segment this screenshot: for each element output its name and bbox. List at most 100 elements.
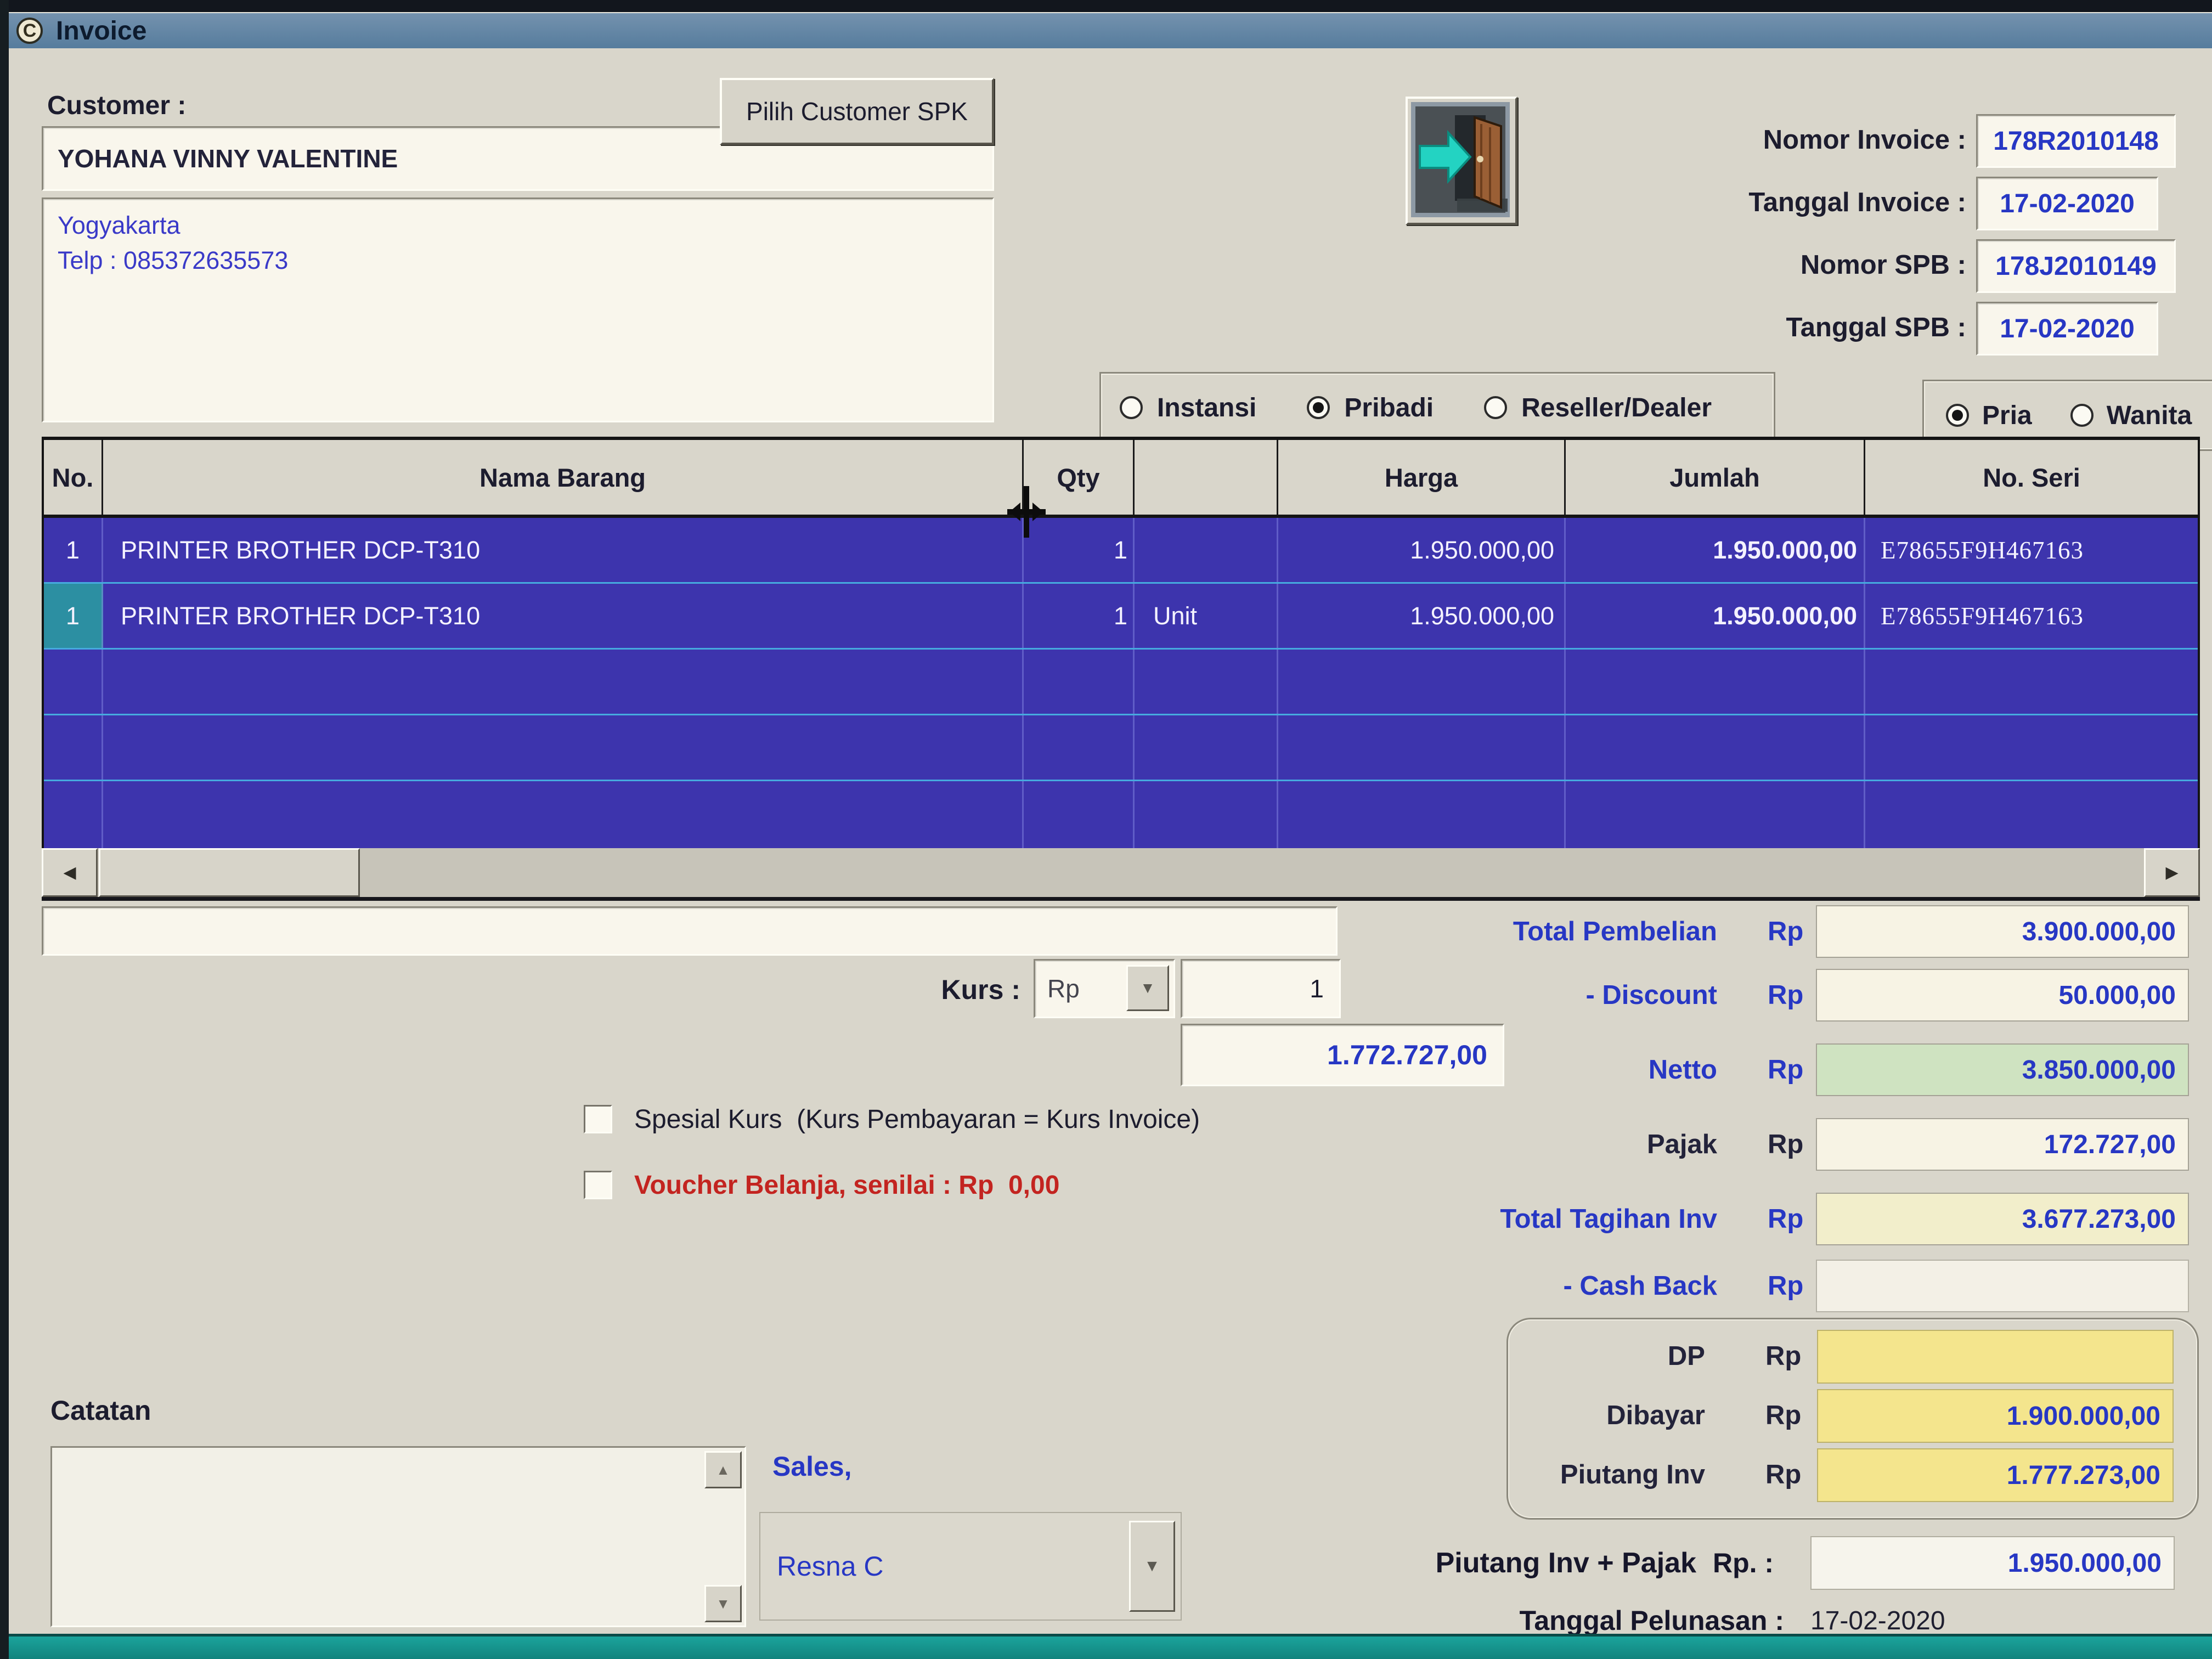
cell-satuan[interactable] xyxy=(1135,518,1278,582)
scroll-right-icon: ▶ xyxy=(2165,863,2178,882)
exit-button[interactable] xyxy=(1406,97,1517,225)
piutang-pajak-field[interactable]: 1.950.000,00 xyxy=(1810,1536,2175,1590)
tanggal-pelunasan-label: Tanggal Pelunasan : xyxy=(1454,1603,1784,1638)
tanggal-pelunasan-value: 17-02-2020 xyxy=(1810,1603,2085,1638)
cash-back-currency: Rp xyxy=(1768,1260,1817,1312)
table-row-empty[interactable] xyxy=(44,715,2198,781)
scroll-right-button[interactable]: ▶ xyxy=(2144,848,2200,897)
col-header-nama-barang[interactable]: Nama Barang xyxy=(103,440,1024,515)
customer-address-field[interactable]: Yogyakarta Telp : 085372635573 xyxy=(42,198,994,422)
customer-city: Yogyakarta xyxy=(58,208,978,243)
radio-pria[interactable] xyxy=(1946,404,1969,427)
sales-dropdown-button[interactable]: ▼ xyxy=(1129,1521,1175,1612)
cell-no-seri[interactable]: E78655F9H467163 xyxy=(1865,518,2198,582)
catatan-label: Catatan xyxy=(50,1393,270,1427)
dp-label: DP xyxy=(1426,1330,1705,1383)
cell-harga[interactable]: 1.950.000,00 xyxy=(1278,584,1566,648)
scrollbar-thumb[interactable] xyxy=(99,848,360,897)
kurs-dropdown-button[interactable]: ▼ xyxy=(1126,965,1169,1011)
kurs-rate-field[interactable]: 1 xyxy=(1181,959,1341,1018)
app-icon-letter: C xyxy=(23,20,37,42)
total-tagihan-label: Total Tagihan Inv xyxy=(1388,1193,1717,1245)
cell-qty[interactable]: 1 xyxy=(1024,584,1135,648)
catatan-textarea[interactable]: ▲ ▼ xyxy=(50,1446,746,1627)
scroll-left-icon: ◀ xyxy=(63,863,76,882)
radio-instansi[interactable] xyxy=(1120,396,1143,419)
table-row[interactable]: 1 PRINTER BROTHER DCP-T310 1 1.950.000,0… xyxy=(44,518,2198,584)
scroll-up-icon: ▲ xyxy=(716,1462,730,1479)
total-tagihan-value: 3.677.273,00 xyxy=(2022,1204,2176,1234)
pajak-field[interactable]: 172.727,00 xyxy=(1816,1118,2189,1171)
col-header-harga[interactable]: Harga xyxy=(1278,440,1566,515)
window-title: Invoice xyxy=(56,16,146,46)
radio-reseller-dealer-label: Reseller/Dealer xyxy=(1521,393,1712,423)
scroll-down-icon: ▼ xyxy=(716,1595,730,1612)
radio-wanita[interactable] xyxy=(2070,404,2094,427)
pilih-customer-spk-button[interactable]: Pilih Customer SPK xyxy=(720,78,994,145)
kurs-label: Kurs : xyxy=(834,963,1020,1016)
pajak-currency: Rp xyxy=(1768,1118,1817,1171)
radio-pribadi[interactable] xyxy=(1307,396,1330,419)
total-pembelian-field[interactable]: 3.900.000,00 xyxy=(1816,905,2189,958)
discount-value: 50.000,00 xyxy=(2058,980,2176,1011)
table-row[interactable]: 1 PRINTER BROTHER DCP-T310 1 Unit 1.950.… xyxy=(44,584,2198,650)
dp-field[interactable] xyxy=(1817,1330,2174,1384)
discount-field[interactable]: 50.000,00 xyxy=(1816,969,2189,1022)
cell-no-seri[interactable]: E78655F9H467163 xyxy=(1865,584,2198,648)
sales-dropdown[interactable]: Resna C ▼ xyxy=(759,1512,1182,1621)
netto-field[interactable]: 3.850.000,00 xyxy=(1816,1043,2189,1096)
total-tagihan-field[interactable]: 3.677.273,00 xyxy=(1816,1193,2189,1245)
cell-no[interactable]: 1 xyxy=(44,518,103,582)
nomor-spb-field[interactable]: 178J2010149 xyxy=(1976,239,2176,293)
table-horizontal-scrollbar[interactable]: ◀ ▶ xyxy=(42,848,2200,901)
tanggal-invoice-field[interactable]: 17-02-2020 xyxy=(1976,177,2158,230)
cell-harga[interactable]: 1.950.000,00 xyxy=(1278,518,1566,582)
radio-pribadi-label: Pribadi xyxy=(1344,393,1434,423)
dibayar-value: 1.900.000,00 xyxy=(2007,1401,2160,1431)
table-row-empty[interactable] xyxy=(44,781,2198,848)
nomor-spb-label: Nomor SPB : xyxy=(1591,246,1966,284)
table-row-empty[interactable] xyxy=(44,650,2198,715)
col-header-no-seri[interactable]: No. Seri xyxy=(1865,440,2198,515)
customer-type-radio-group: Instansi Pribadi Reseller/Dealer xyxy=(1099,372,1775,443)
voucher-belanja-checkbox[interactable] xyxy=(584,1171,612,1199)
items-table-body: 1 PRINTER BROTHER DCP-T310 1 1.950.000,0… xyxy=(42,518,2200,848)
piutang-inv-currency: Rp xyxy=(1765,1448,1815,1501)
discount-currency: Rp xyxy=(1768,969,1817,1022)
spesial-kurs-checkbox[interactable] xyxy=(584,1105,612,1133)
sales-label: Sales, xyxy=(772,1448,992,1485)
cell-satuan[interactable]: Unit xyxy=(1135,584,1278,648)
title-bar[interactable]: C Invoice xyxy=(0,12,2212,48)
desktop-taskbar-strip xyxy=(0,1634,2212,1659)
dibayar-label: Dibayar xyxy=(1426,1389,1705,1442)
customer-phone: Telp : 085372635573 xyxy=(58,243,978,278)
dibayar-currency: Rp xyxy=(1765,1389,1815,1442)
cash-back-field[interactable] xyxy=(1816,1260,2189,1312)
cell-nama-barang[interactable]: PRINTER BROTHER DCP-T310 xyxy=(103,584,1024,648)
col-header-satuan[interactable] xyxy=(1135,440,1278,515)
netto-value: 3.850.000,00 xyxy=(2022,1055,2176,1085)
cell-nama-barang[interactable]: PRINTER BROTHER DCP-T310 xyxy=(103,518,1024,582)
piutang-inv-field[interactable]: 1.777.273,00 xyxy=(1817,1448,2174,1502)
netto-label: Netto xyxy=(1388,1043,1717,1096)
col-header-jumlah[interactable]: Jumlah xyxy=(1566,440,1865,515)
barcode-entry-field[interactable] xyxy=(42,906,1338,956)
app-icon: C xyxy=(16,18,43,44)
notes-scroll-up-button[interactable]: ▲ xyxy=(704,1451,742,1488)
spesial-kurs-label: Spesial Kurs (Kurs Pembayaran = Kurs Inv… xyxy=(634,1097,1512,1141)
column-resize-cursor-icon xyxy=(996,482,1057,542)
dibayar-field[interactable]: 1.900.000,00 xyxy=(1817,1389,2174,1443)
col-header-no[interactable]: No. xyxy=(44,440,103,515)
nomor-invoice-field[interactable]: 178R2010148 xyxy=(1976,114,2176,168)
notes-scroll-down-button[interactable]: ▼ xyxy=(704,1585,742,1622)
cell-jumlah[interactable]: 1.950.000,00 xyxy=(1566,518,1865,582)
tanggal-spb-value-field[interactable]: 17-02-2020 xyxy=(1976,302,2158,356)
cell-no-selected[interactable]: 1 xyxy=(44,584,103,648)
kurs-rate-value: 1 xyxy=(1310,974,1324,1003)
total-pembelian-currency: Rp xyxy=(1768,905,1817,958)
scroll-left-button[interactable]: ◀ xyxy=(42,848,98,897)
radio-reseller-dealer[interactable] xyxy=(1484,396,1507,419)
kurs-currency-value: Rp xyxy=(1047,974,1080,1003)
cell-jumlah[interactable]: 1.950.000,00 xyxy=(1566,584,1865,648)
kurs-currency-dropdown[interactable]: Rp ▼ xyxy=(1034,959,1175,1018)
